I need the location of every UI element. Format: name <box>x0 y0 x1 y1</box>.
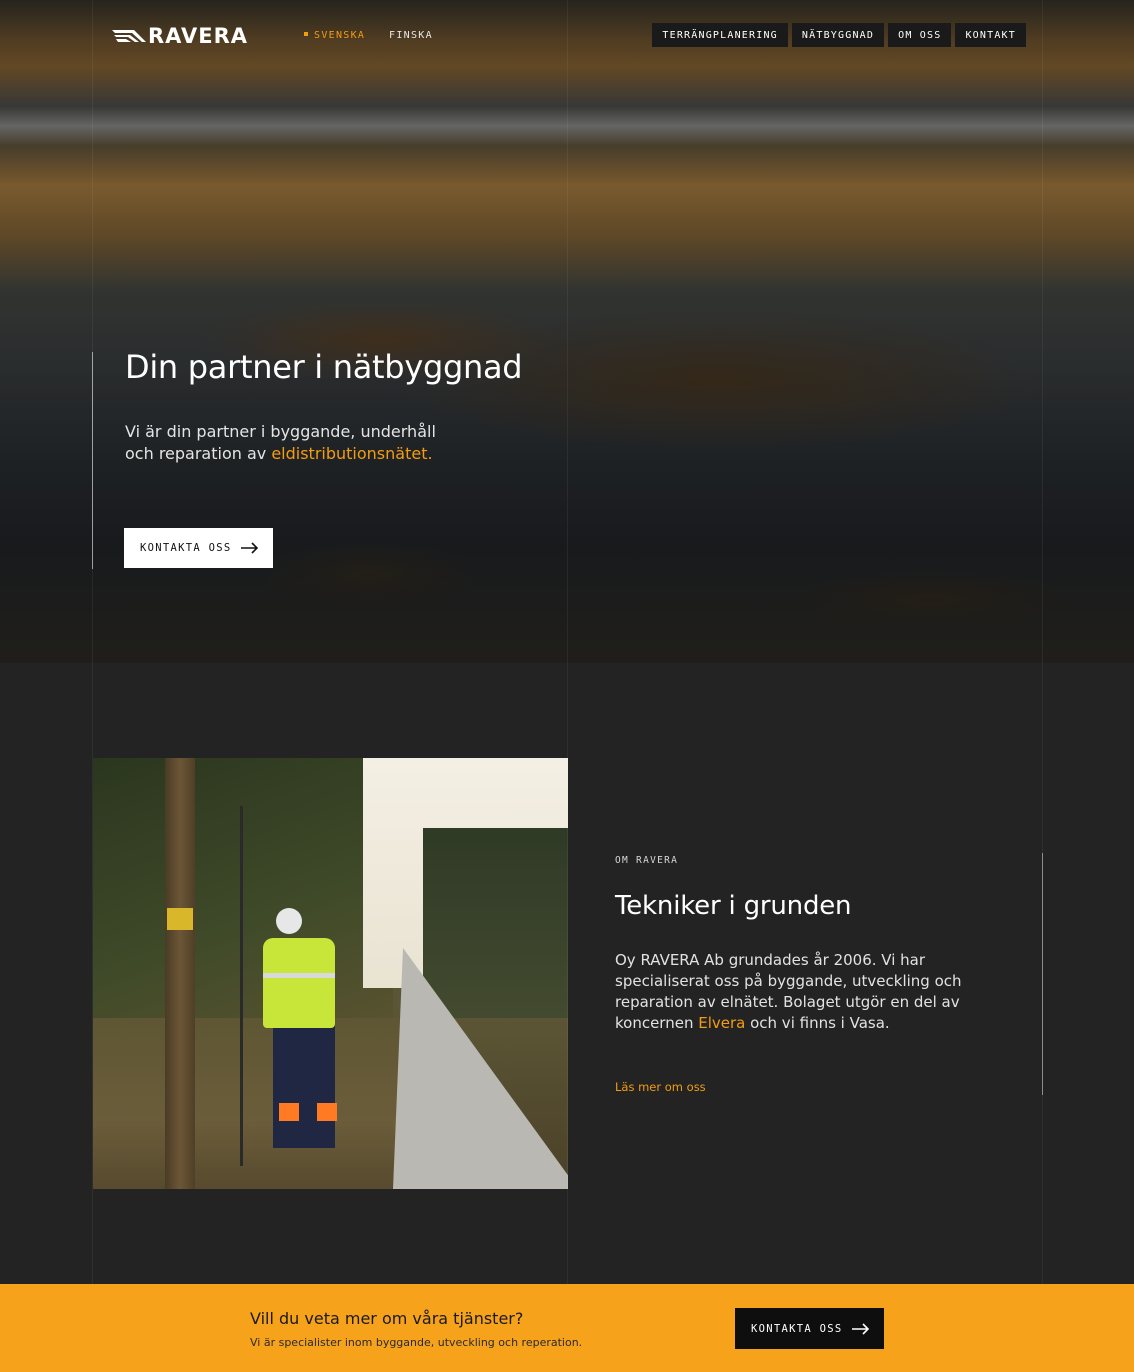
about-divider <box>1042 853 1043 1095</box>
nav-om-oss[interactable]: OM OSS <box>888 23 952 47</box>
surveyor-photo <box>93 758 568 1189</box>
about-title: Tekniker i grunden <box>615 891 852 921</box>
about-kicker: OM RAVERA <box>615 855 679 866</box>
language-finska[interactable]: FINSKA <box>389 30 433 41</box>
cta-title: Vill du veta mer om våra tjänster? <box>250 1309 524 1328</box>
nav-natbyggnad[interactable]: NÄTBYGGNAD <box>791 23 885 47</box>
hero-subtitle-highlight[interactable]: eldistributionsnätet. <box>271 444 432 463</box>
hero-contact-button[interactable]: KONTAKTA OSS <box>124 528 273 568</box>
main-nav: TERRÄNGPLANERING NÄTBYGGNAD OM OSS KONTA… <box>652 23 1026 47</box>
logo-text: RAVERA <box>148 24 249 48</box>
hero-divider <box>92 352 93 569</box>
read-more-link[interactable]: Läs mer om oss <box>615 1080 706 1094</box>
ravera-wing-logo-icon <box>112 30 146 42</box>
cta-contact-button[interactable]: KONTAKTA OSS <box>735 1308 884 1349</box>
cta-contact-button-label: KONTAKTA OSS <box>751 1322 843 1335</box>
logo[interactable]: RAVERA <box>112 24 248 48</box>
about-body-text-end: och vi finns i Vasa. <box>745 1014 890 1032</box>
cta-banner <box>0 1284 1134 1372</box>
nav-kontakt[interactable]: KONTAKT <box>955 23 1026 47</box>
arrow-right-icon <box>852 1322 870 1335</box>
page: RAVERA SVENSKA FINSKA TERRÄNGPLANERING N… <box>0 0 1134 1372</box>
hero-title: Din partner i nätbyggnad <box>125 348 523 386</box>
about-body: Oy RAVERA Ab grundades år 2006. Vi har s… <box>615 950 980 1034</box>
cta-subtitle: Vi är specialister inom byggande, utveck… <box>250 1336 583 1349</box>
active-dot-icon <box>304 32 308 36</box>
language-finska-label: FINSKA <box>389 30 433 41</box>
elvera-link[interactable]: Elvera <box>698 1014 745 1032</box>
arrow-right-icon <box>241 542 259 554</box>
language-svenska-label: SVENSKA <box>314 30 366 41</box>
nav-terrangplanering[interactable]: TERRÄNGPLANERING <box>652 23 788 47</box>
language-svenska[interactable]: SVENSKA <box>304 30 365 41</box>
hero-subtitle: Vi är din partner i byggande, underhåll … <box>125 421 465 465</box>
hero-contact-button-label: KONTAKTA OSS <box>140 542 232 554</box>
